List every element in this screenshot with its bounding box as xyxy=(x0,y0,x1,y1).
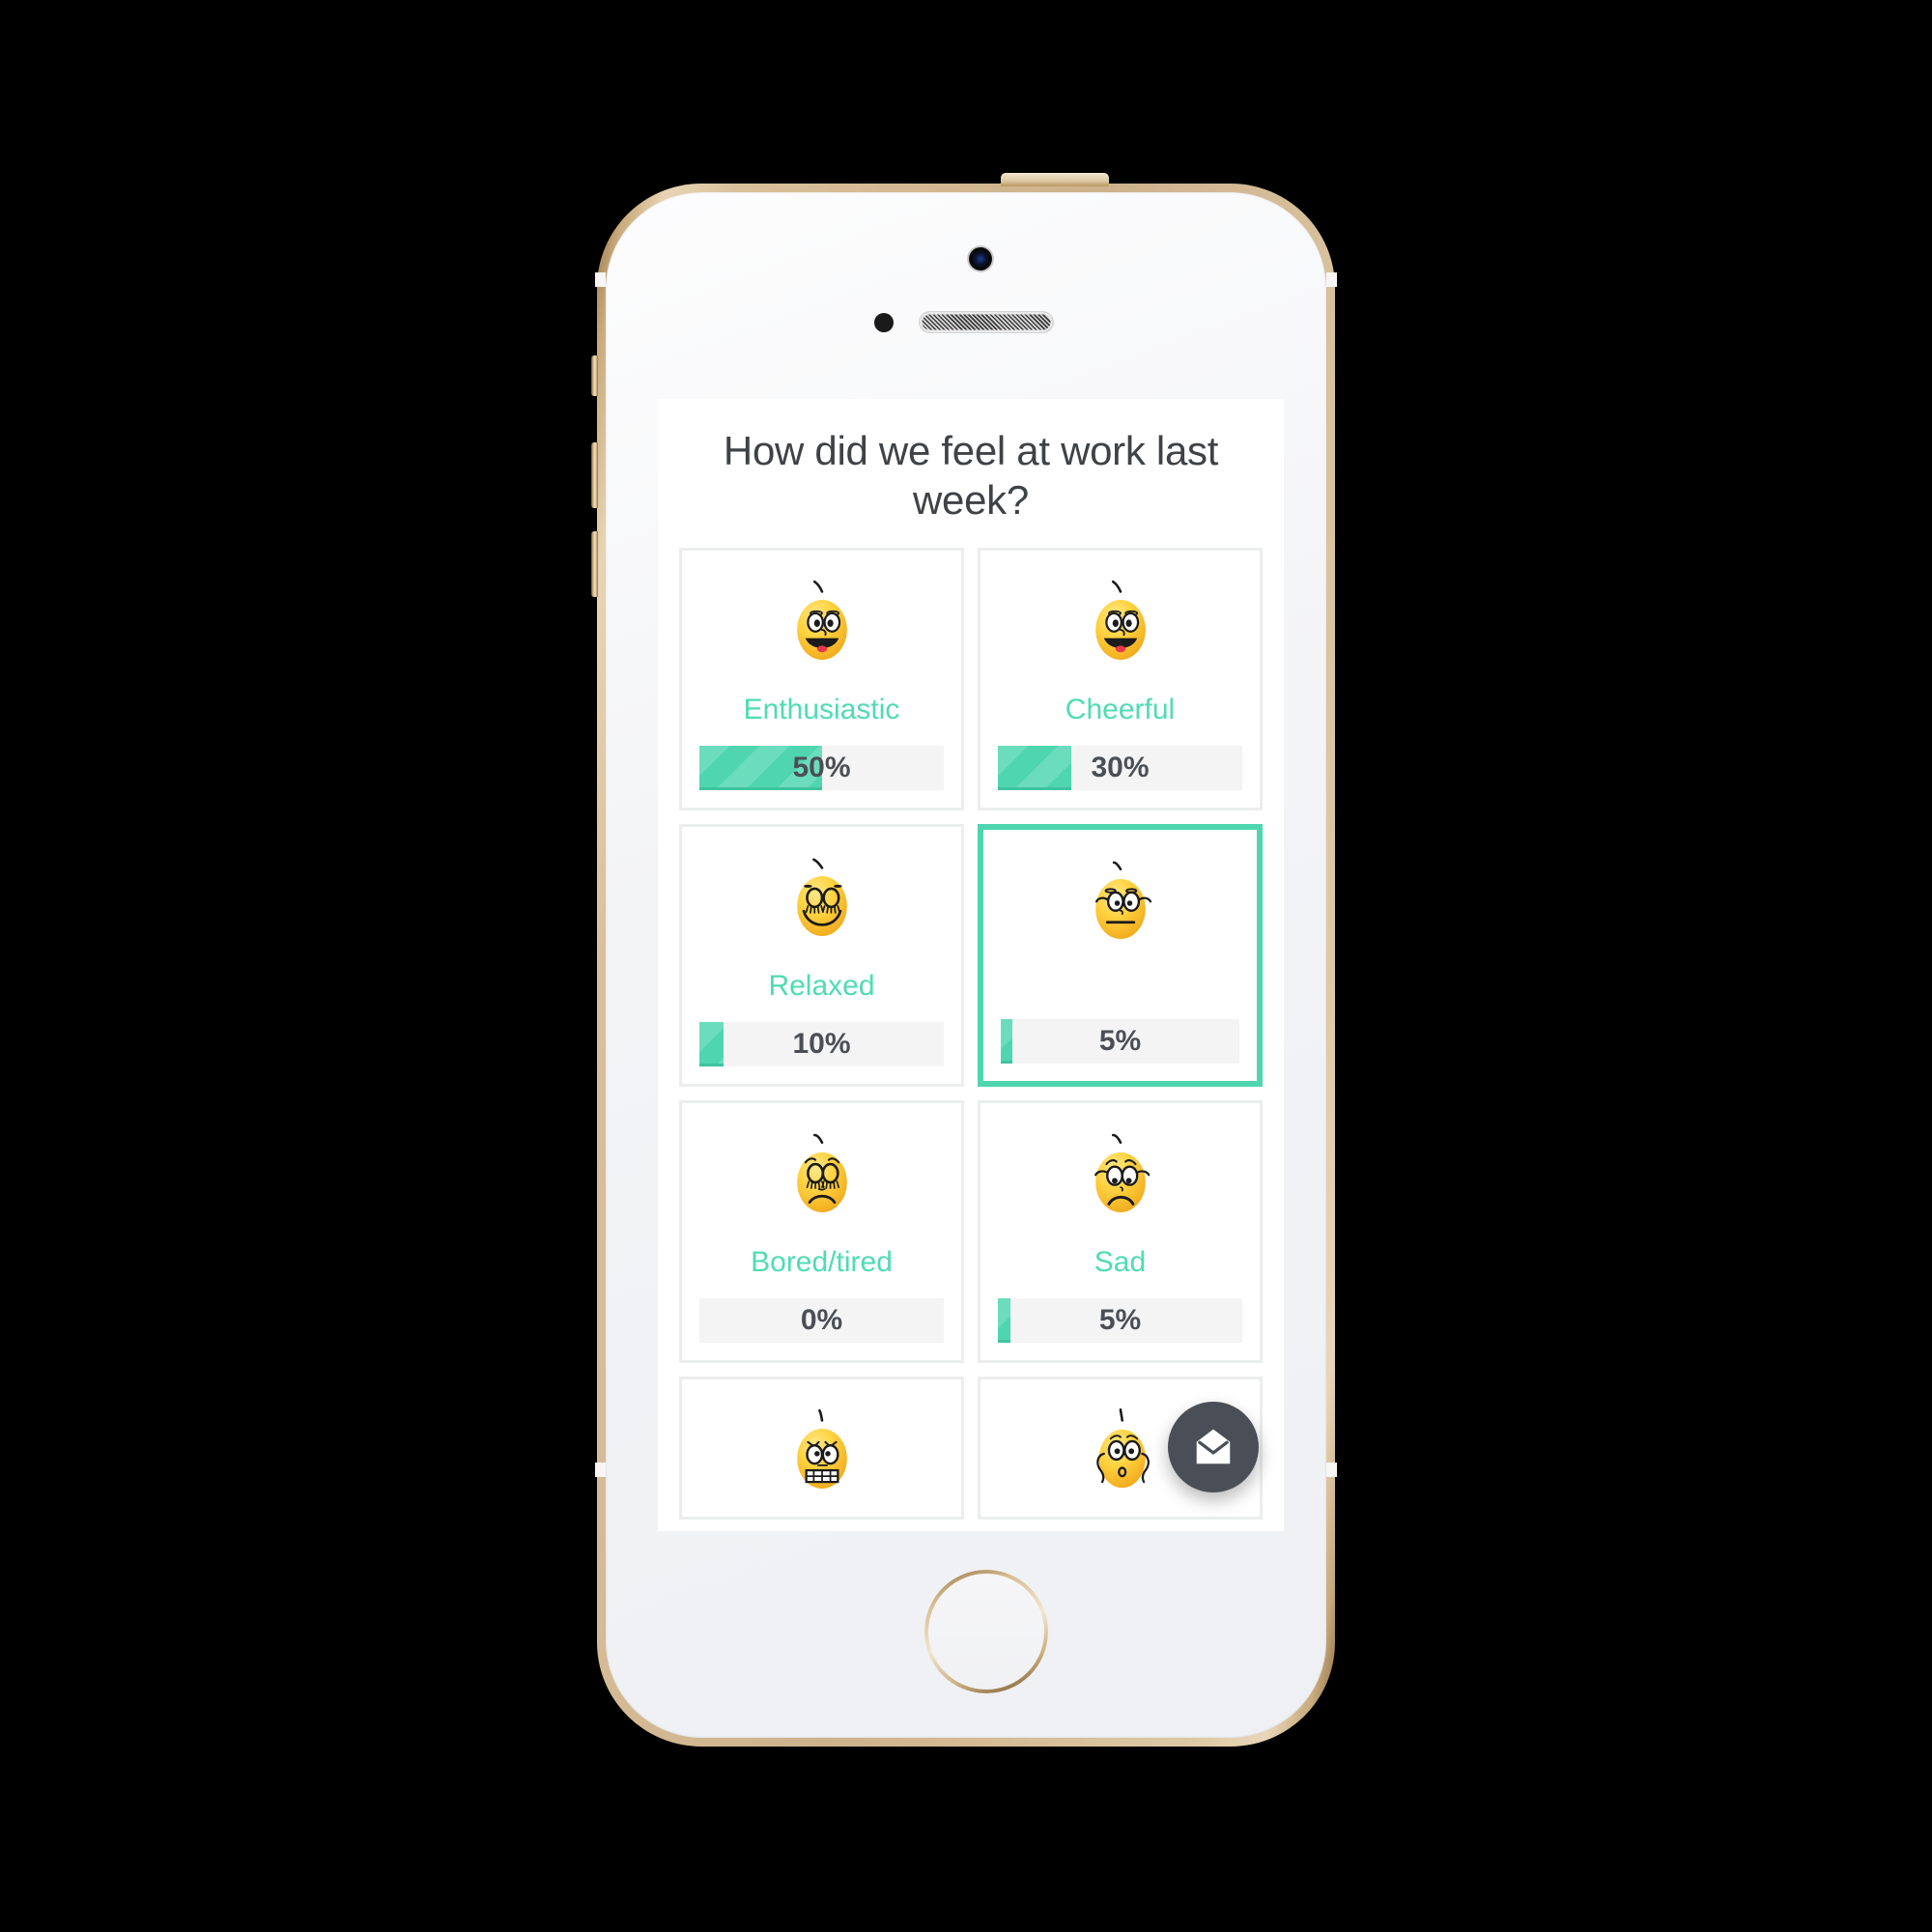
antenna-band-icon xyxy=(1326,1463,1337,1477)
grimacing-teeth-face-icon xyxy=(796,1409,847,1490)
volume-up-button[interactable] xyxy=(591,442,598,508)
mood-progress-value: 30% xyxy=(1091,752,1150,784)
screenshot-canvas: How did we feel at work last week? Enthu… xyxy=(0,0,1932,1932)
phone-device: How did we feel at work last week? Enthu… xyxy=(591,173,1337,1747)
mood-progress-bar: 50% xyxy=(699,746,944,791)
mood-card-label: Sad xyxy=(1094,1246,1147,1279)
mood-card-grid: Enthusiastic 50% Cheerful 30% Relaxed 10… xyxy=(658,548,1284,1520)
power-button[interactable] xyxy=(1001,173,1109,186)
mood-progress-bar: 30% xyxy=(998,746,1242,791)
phone-screen: How did we feel at work last week? Enthu… xyxy=(658,399,1284,1531)
mood-card-grimacing[interactable] xyxy=(679,1377,964,1520)
mood-card-sad[interactable]: Sad 5% xyxy=(978,1100,1263,1364)
volume-down-button[interactable] xyxy=(591,531,598,597)
mood-progress-value: 0% xyxy=(800,1304,843,1337)
mood-card-cheerful[interactable]: Cheerful 30% xyxy=(978,548,1263,811)
mood-card-enthusiastic[interactable]: Enthusiastic 50% xyxy=(679,548,964,811)
mood-progress-value: 50% xyxy=(792,752,851,784)
compose-message-fab[interactable] xyxy=(1168,1402,1259,1492)
mood-progress-bar: 0% xyxy=(699,1298,944,1344)
envelope-open-icon xyxy=(1196,1429,1231,1464)
antenna-band-icon xyxy=(595,272,606,287)
mood-card-selected[interactable]: 5% xyxy=(978,824,1263,1088)
mood-card-label: Cheerful xyxy=(1065,694,1176,726)
mood-progress-bar: 5% xyxy=(998,1298,1242,1344)
phone-front-face: How did we feel at work last week? Enthu… xyxy=(606,192,1326,1738)
mood-progress-value: 10% xyxy=(792,1028,851,1061)
shocked-surprised-face-icon xyxy=(1095,1408,1150,1489)
proximity-sensor-icon xyxy=(874,313,894,332)
grinning-big-eyes-face-icon xyxy=(796,581,847,661)
relaxed-closed-eyes-face-icon xyxy=(796,859,847,937)
home-button-icon[interactable] xyxy=(924,1570,1048,1693)
mood-progress-value: 5% xyxy=(1098,1025,1142,1058)
mood-card-bored-tired[interactable]: Bored/tired 0% xyxy=(679,1100,964,1364)
mood-progress-value: 5% xyxy=(1098,1304,1142,1337)
camera-icon xyxy=(969,247,992,270)
neutral-indifferent-face-icon xyxy=(1094,862,1151,940)
mood-progress-bar: 5% xyxy=(1001,1019,1239,1065)
happy-smiling-face-icon xyxy=(1094,581,1146,661)
antenna-band-icon xyxy=(595,1463,606,1477)
mood-card-label: Relaxed xyxy=(768,970,875,1003)
mute-switch-button[interactable] xyxy=(591,355,598,396)
mood-progress-bar: 10% xyxy=(699,1022,944,1067)
page-title: How did we feel at work last week? xyxy=(723,428,1219,524)
mood-card-label: Bored/tired xyxy=(751,1246,893,1279)
mood-survey-app: How did we feel at work last week? Enthu… xyxy=(658,399,1284,1531)
bored-tired-face-icon xyxy=(796,1134,847,1213)
earpiece-speaker-icon xyxy=(920,312,1053,332)
antenna-band-icon xyxy=(1326,272,1337,287)
mood-card-relaxed[interactable]: Relaxed 10% xyxy=(679,824,964,1088)
sad-frowning-face-icon xyxy=(1094,1134,1150,1213)
mood-card-label: Enthusiastic xyxy=(743,694,900,726)
